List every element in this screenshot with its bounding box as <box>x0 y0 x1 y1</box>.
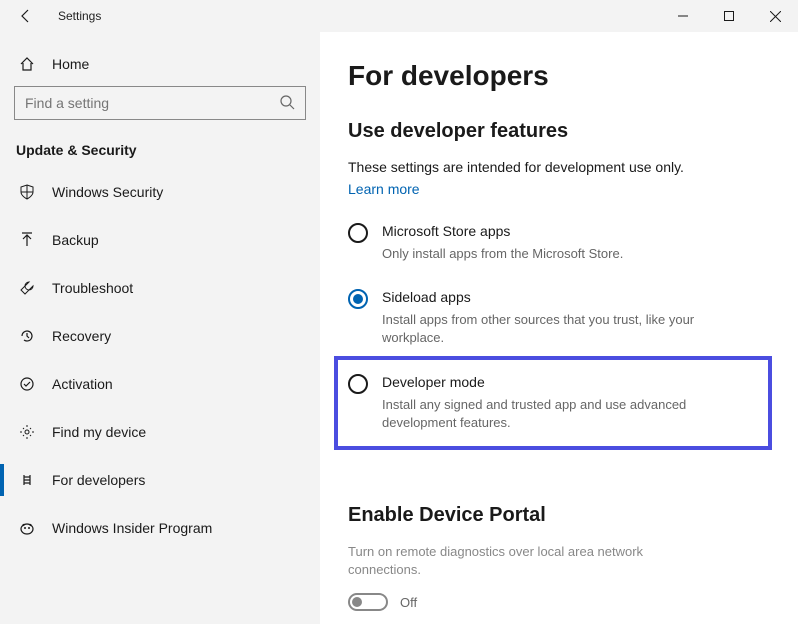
radio-title: Sideload apps <box>382 289 722 305</box>
search-icon <box>279 94 295 113</box>
radio-desc: Only install apps from the Microsoft Sto… <box>382 245 623 263</box>
sidebar-item-label: For developers <box>52 472 145 488</box>
find-device-icon <box>18 424 36 440</box>
sidebar: Home Update & Security Windows Security … <box>0 32 320 624</box>
highlight-box: Developer mode Install any signed and tr… <box>334 356 772 450</box>
window-title: Settings <box>58 9 101 23</box>
sidebar-item-troubleshoot[interactable]: Troubleshoot <box>14 264 306 312</box>
maximize-button[interactable] <box>706 0 752 32</box>
radio-option-store-apps[interactable]: Microsoft Store apps Only install apps f… <box>348 221 758 265</box>
sidebar-item-for-developers[interactable]: For developers <box>14 456 306 504</box>
toggle-label: Off <box>400 595 417 610</box>
radio-title: Developer mode <box>382 374 722 390</box>
sidebar-home-label: Home <box>52 56 89 72</box>
sidebar-section-header: Update & Security <box>16 142 306 158</box>
radio-button[interactable] <box>348 289 368 309</box>
sidebar-item-label: Find my device <box>52 424 146 440</box>
radio-title: Microsoft Store apps <box>382 223 623 239</box>
sidebar-home[interactable]: Home <box>14 46 306 86</box>
titlebar: Settings <box>0 0 798 32</box>
sidebar-item-insider-program[interactable]: Windows Insider Program <box>14 504 306 552</box>
device-portal-toggle[interactable] <box>348 593 388 611</box>
recovery-icon <box>18 328 36 344</box>
sidebar-item-label: Activation <box>52 376 113 392</box>
developer-features-radiogroup: Microsoft Store apps Only install apps f… <box>348 221 758 476</box>
shield-icon <box>18 184 36 200</box>
sidebar-item-windows-security[interactable]: Windows Security <box>14 168 306 216</box>
section-heading: Enable Device Portal <box>348 504 758 527</box>
sidebar-item-label: Troubleshoot <box>52 280 133 296</box>
sidebar-item-activation[interactable]: Activation <box>14 360 306 408</box>
main-content: For developers Use developer features Th… <box>320 32 798 624</box>
search-box[interactable] <box>14 86 306 120</box>
radio-button[interactable] <box>348 374 368 394</box>
learn-more-link[interactable]: Learn more <box>348 181 420 197</box>
sidebar-item-backup[interactable]: Backup <box>14 216 306 264</box>
backup-icon <box>18 232 36 248</box>
radio-button[interactable] <box>348 223 368 243</box>
sidebar-navlist: Windows Security Backup Troubleshoot Rec… <box>14 168 306 552</box>
radio-option-sideload[interactable]: Sideload apps Install apps from other so… <box>348 287 758 349</box>
search-input[interactable] <box>25 95 279 111</box>
page-title: For developers <box>348 60 758 92</box>
device-portal-section: Enable Device Portal Turn on remote diag… <box>348 504 758 611</box>
back-button[interactable] <box>18 8 34 24</box>
section-desc: Turn on remote diagnostics over local ar… <box>348 543 688 579</box>
sidebar-item-label: Windows Insider Program <box>52 520 212 536</box>
sidebar-item-label: Windows Security <box>52 184 163 200</box>
sidebar-item-label: Backup <box>52 232 99 248</box>
developers-icon <box>18 472 36 488</box>
radio-option-developer-mode[interactable]: Developer mode Install any signed and tr… <box>348 372 758 434</box>
radio-desc: Install any signed and trusted app and u… <box>382 396 722 432</box>
insider-icon <box>18 520 36 536</box>
sidebar-item-recovery[interactable]: Recovery <box>14 312 306 360</box>
section-heading: Use developer features <box>348 120 758 143</box>
sidebar-item-find-my-device[interactable]: Find my device <box>14 408 306 456</box>
radio-desc: Install apps from other sources that you… <box>382 311 722 347</box>
close-button[interactable] <box>752 0 798 32</box>
minimize-button[interactable] <box>660 0 706 32</box>
section-desc: These settings are intended for developm… <box>348 159 758 175</box>
home-icon <box>18 56 36 72</box>
sidebar-item-label: Recovery <box>52 328 111 344</box>
wrench-icon <box>18 280 36 296</box>
activation-icon <box>18 376 36 392</box>
